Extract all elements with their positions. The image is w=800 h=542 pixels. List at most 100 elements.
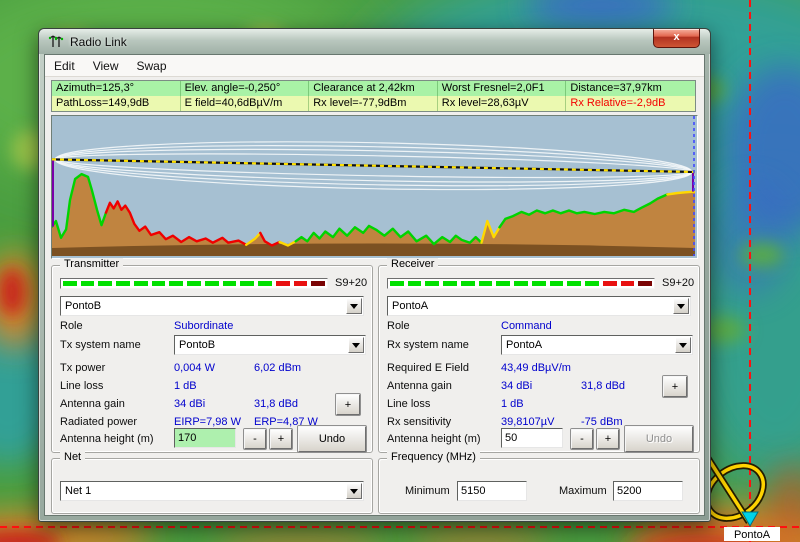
receiver-legend: Receiver [387, 258, 439, 270]
rx-gain-label: Antenna gain [387, 380, 452, 392]
status-distance: Distance=37,97km [570, 82, 662, 94]
tx-system-label: Tx system name [60, 339, 141, 351]
signal-dash [478, 281, 493, 286]
status-elev-angle: Elev. angle=-0,250° [181, 81, 310, 96]
tx-power-dbm: 6,02 dBm [254, 362, 302, 374]
tx-lineloss-value: 1 dB [174, 380, 197, 392]
menu-edit[interactable]: Edit [45, 57, 84, 75]
rx-role-value: Command [501, 320, 552, 332]
signal-dash [293, 281, 308, 286]
menu-swap[interactable]: Swap [127, 57, 175, 75]
rx-lineloss-label: Line loss [387, 398, 431, 410]
net-group: Net Net 1 [51, 451, 373, 514]
rx-signal-label: S9+20 [662, 277, 695, 289]
status-rx-relative: Rx Relative=-2,9dB [570, 97, 666, 109]
rx-station-combo[interactable]: PontoA [387, 296, 691, 316]
rx-lineloss-value: 1 dB [501, 398, 524, 410]
tx-height-plus-button[interactable]: + [270, 429, 292, 449]
frequency-legend: Frequency (MHz) [387, 451, 480, 463]
rx-gain-plus-button[interactable]: + [663, 376, 687, 397]
window-title: Radio Link [70, 34, 127, 49]
signal-dash [390, 281, 404, 286]
signal-dash [169, 281, 184, 286]
signal-dash [63, 281, 77, 286]
signal-dash [602, 281, 617, 286]
rx-sens-dbm: -75 dBm [581, 416, 623, 428]
status-worst-fresnel: Worst Fresnel=2,0F1 [438, 81, 567, 96]
signal-dash [496, 281, 511, 286]
chevron-down-icon[interactable] [346, 298, 362, 314]
signal-dash [80, 281, 95, 286]
frequency-min-input[interactable] [457, 481, 527, 501]
tx-eirp: EIRP=7,98 W [174, 416, 241, 428]
tx-gain-label: Antenna gain [60, 398, 125, 410]
receiver-group: Receiver S9+20 PontoA Role Command Rx sy… [378, 258, 700, 453]
dialog-client-area: Edit View Swap Azimuth=125,3° Elev. angl… [44, 54, 705, 516]
tx-signal-label: S9+20 [335, 277, 368, 289]
net-combo[interactable]: Net 1 [60, 481, 364, 501]
tx-radiated-label: Radiated power [60, 416, 138, 428]
chevron-down-icon[interactable] [348, 337, 364, 353]
menu-view[interactable]: View [84, 57, 128, 75]
rx-system-label: Rx system name [387, 339, 469, 351]
rx-role-label: Role [387, 320, 410, 332]
tx-system-combo[interactable]: PontoB [174, 335, 366, 355]
signal-dash [240, 281, 255, 286]
rx-system-combo[interactable]: PontoA [501, 335, 693, 355]
signal-dash [620, 281, 635, 286]
tx-height-minus-button[interactable]: - [244, 429, 266, 449]
signal-dash [258, 281, 272, 286]
signal-dash [407, 281, 422, 286]
tx-undo-button[interactable]: Undo [298, 426, 366, 452]
chevron-down-icon[interactable] [346, 483, 362, 499]
frequency-max-input[interactable] [613, 481, 683, 501]
radio-link-window: Radio Link x Edit View Swap Azimuth=125,… [38, 28, 711, 522]
tx-station-combo[interactable]: PontoB [60, 296, 364, 316]
rx-sens-label: Rx sensitivity [387, 416, 452, 428]
signal-dash [204, 281, 219, 286]
tx-gain-dbi: 34 dBi [174, 398, 206, 410]
signal-dash [222, 281, 237, 286]
tx-antenna-height-input[interactable] [174, 428, 236, 448]
frequency-min-label: Minimum [405, 485, 450, 497]
rx-signal-meter [387, 278, 655, 289]
tx-role-value: Subordinate [174, 320, 234, 332]
signal-dash [116, 281, 130, 286]
signal-dash [151, 281, 166, 286]
status-rx-level-uv: Rx level=28,63µV [438, 96, 567, 111]
rx-antenna-height-input[interactable] [501, 428, 563, 448]
tx-height-label: Antenna height (m) [60, 433, 154, 445]
rx-height-minus-button[interactable]: - [571, 429, 593, 449]
transmitter-group: Transmitter S9+20 PontoB Role Subordinat… [51, 258, 373, 453]
signal-dash [425, 281, 440, 286]
signal-dash [187, 281, 201, 286]
signal-dash [585, 281, 599, 286]
rx-efield-label: Required E Field [387, 362, 469, 374]
svg-text:PontoA: PontoA [734, 529, 771, 541]
rx-gain-dbi: 34 dBi [501, 380, 533, 392]
signal-dash [133, 281, 148, 286]
terrain-profile-chart [50, 115, 698, 259]
status-pathloss: PathLoss=149,9dB [52, 96, 181, 111]
net-legend: Net [60, 451, 86, 463]
titlebar[interactable]: Radio Link x [39, 29, 710, 54]
chevron-down-icon[interactable] [675, 337, 691, 353]
signal-dash [311, 281, 326, 286]
close-button[interactable]: x [653, 29, 700, 48]
rx-undo-button[interactable]: Undo [625, 426, 693, 452]
status-clearance: Clearance at 2,42km [309, 81, 438, 96]
signal-dash [98, 281, 113, 286]
map-marker-label: PontoA [724, 527, 780, 541]
link-status-grid: Azimuth=125,3° Elev. angle=-0,250° Clear… [51, 80, 696, 112]
signal-dash [549, 281, 564, 286]
status-rx-level-dbm: Rx level=-77,9dBm [309, 96, 438, 111]
rx-gain-dbd: 31,8 dBd [581, 380, 626, 392]
frequency-group: Frequency (MHz) Minimum Maximum [378, 451, 700, 514]
frequency-max-label: Maximum [559, 485, 607, 497]
signal-dash [567, 281, 582, 286]
chevron-down-icon[interactable] [673, 298, 689, 314]
tx-lineloss-label: Line loss [60, 380, 104, 392]
tx-gain-plus-button[interactable]: + [336, 394, 360, 415]
signal-dash [275, 281, 290, 286]
rx-height-plus-button[interactable]: + [597, 429, 619, 449]
